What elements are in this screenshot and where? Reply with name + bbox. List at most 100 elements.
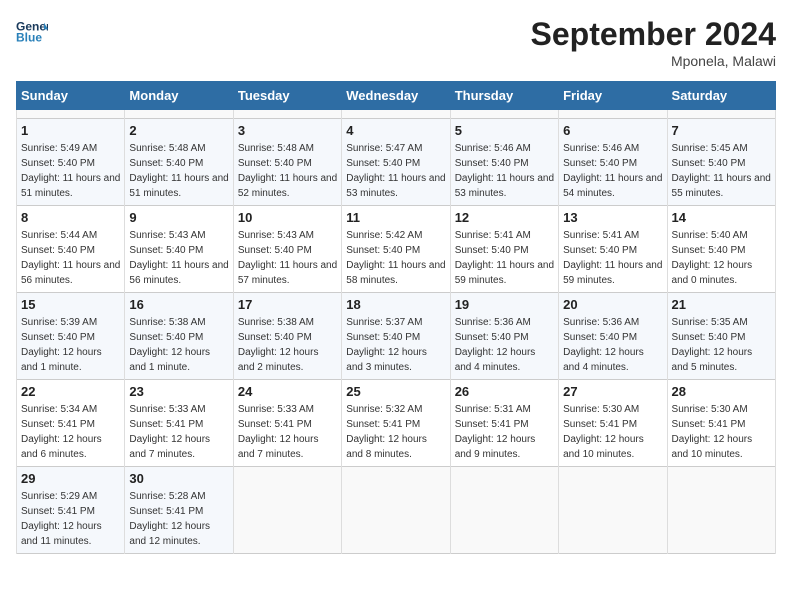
calendar-body: 1 Sunrise: 5:49 AM Sunset: 5:40 PM Daylig… <box>17 110 776 554</box>
logo: General Blue <box>16 16 48 48</box>
day-info: Sunrise: 5:28 AM Sunset: 5:41 PM Dayligh… <box>129 489 228 549</box>
day-info: Sunrise: 5:45 AM Sunset: 5:40 PM Dayligh… <box>672 141 771 201</box>
day-number: 6 <box>563 123 662 138</box>
day-cell: 8 Sunrise: 5:44 AM Sunset: 5:40 PM Daylig… <box>17 206 125 293</box>
day-number: 19 <box>455 297 554 312</box>
day-number: 2 <box>129 123 228 138</box>
day-number: 26 <box>455 384 554 399</box>
day-info: Sunrise: 5:44 AM Sunset: 5:40 PM Dayligh… <box>21 228 120 288</box>
day-info: Sunrise: 5:46 AM Sunset: 5:40 PM Dayligh… <box>563 141 662 201</box>
day-cell: 19 Sunrise: 5:36 AM Sunset: 5:40 PM Dayli… <box>450 293 558 380</box>
day-cell: 6 Sunrise: 5:46 AM Sunset: 5:40 PM Daylig… <box>559 119 667 206</box>
day-cell <box>450 467 558 554</box>
svg-text:Blue: Blue <box>16 30 42 44</box>
column-header-thursday: Thursday <box>450 82 558 110</box>
day-cell: 21 Sunrise: 5:35 AM Sunset: 5:40 PM Dayli… <box>667 293 775 380</box>
day-cell: 22Sunrise: 5:34 AM Sunset: 5:41 PM Dayli… <box>17 380 125 467</box>
day-cell: 3Sunrise: 5:48 AM Sunset: 5:40 PM Daylig… <box>233 119 341 206</box>
day-cell: 1 Sunrise: 5:49 AM Sunset: 5:40 PM Daylig… <box>17 119 125 206</box>
day-number: 18 <box>346 297 445 312</box>
day-info: Sunrise: 5:40 AM Sunset: 5:40 PM Dayligh… <box>672 228 771 288</box>
day-number: 17 <box>238 297 337 312</box>
day-number: 8 <box>21 210 120 225</box>
day-cell: 10 Sunrise: 5:43 AM Sunset: 5:40 PM Dayli… <box>233 206 341 293</box>
day-info: Sunrise: 5:38 AM Sunset: 5:40 PM Dayligh… <box>238 315 337 375</box>
day-cell <box>667 467 775 554</box>
day-info: Sunrise: 5:42 AM Sunset: 5:40 PM Dayligh… <box>346 228 445 288</box>
day-number: 11 <box>346 210 445 225</box>
week-row-3: 15 Sunrise: 5:39 AM Sunset: 5:40 PM Dayli… <box>17 293 776 380</box>
day-number: 4 <box>346 123 445 138</box>
day-cell: 20 Sunrise: 5:36 AM Sunset: 5:40 PM Dayli… <box>559 293 667 380</box>
day-number: 28 <box>672 384 771 399</box>
day-number: 12 <box>455 210 554 225</box>
day-number: 23 <box>129 384 228 399</box>
day-cell: 25Sunrise: 5:32 AM Sunset: 5:41 PM Dayli… <box>342 380 450 467</box>
week-row-2: 8 Sunrise: 5:44 AM Sunset: 5:40 PM Daylig… <box>17 206 776 293</box>
day-cell: 26 Sunrise: 5:31 AM Sunset: 5:41 PM Dayli… <box>450 380 558 467</box>
logo-icon: General Blue <box>16 16 48 48</box>
day-cell <box>233 110 341 119</box>
day-info: Sunrise: 5:39 AM Sunset: 5:40 PM Dayligh… <box>21 315 120 375</box>
day-number: 15 <box>21 297 120 312</box>
day-info: Sunrise: 5:49 AM Sunset: 5:40 PM Dayligh… <box>21 141 120 201</box>
day-cell: 27 Sunrise: 5:30 AM Sunset: 5:41 PM Dayli… <box>559 380 667 467</box>
day-cell <box>559 110 667 119</box>
day-info: Sunrise: 5:29 AM Sunset: 5:41 PM Dayligh… <box>21 489 120 549</box>
day-info: Sunrise: 5:35 AM Sunset: 5:40 PM Dayligh… <box>672 315 771 375</box>
day-cell: 28 Sunrise: 5:30 AM Sunset: 5:41 PM Dayli… <box>667 380 775 467</box>
day-number: 1 <box>21 123 120 138</box>
day-cell: 4Sunrise: 5:47 AM Sunset: 5:40 PM Daylig… <box>342 119 450 206</box>
day-number: 5 <box>455 123 554 138</box>
day-cell: 17 Sunrise: 5:38 AM Sunset: 5:40 PM Dayli… <box>233 293 341 380</box>
day-cell: 29Sunrise: 5:29 AM Sunset: 5:41 PM Dayli… <box>17 467 125 554</box>
day-cell: 11 Sunrise: 5:42 AM Sunset: 5:40 PM Dayli… <box>342 206 450 293</box>
day-info: Sunrise: 5:31 AM Sunset: 5:41 PM Dayligh… <box>455 402 554 462</box>
day-cell: 5 Sunrise: 5:46 AM Sunset: 5:40 PM Daylig… <box>450 119 558 206</box>
day-cell <box>233 467 341 554</box>
month-title: September 2024 <box>531 16 776 53</box>
day-info: Sunrise: 5:36 AM Sunset: 5:40 PM Dayligh… <box>563 315 662 375</box>
day-info: Sunrise: 5:30 AM Sunset: 5:41 PM Dayligh… <box>672 402 771 462</box>
calendar-header-row: SundayMondayTuesdayWednesdayThursdayFrid… <box>17 82 776 110</box>
calendar-table: SundayMondayTuesdayWednesdayThursdayFrid… <box>16 81 776 554</box>
day-info: Sunrise: 5:43 AM Sunset: 5:40 PM Dayligh… <box>129 228 228 288</box>
day-info: Sunrise: 5:36 AM Sunset: 5:40 PM Dayligh… <box>455 315 554 375</box>
day-cell <box>17 110 125 119</box>
column-header-sunday: Sunday <box>17 82 125 110</box>
day-cell <box>667 110 775 119</box>
day-number: 10 <box>238 210 337 225</box>
day-number: 27 <box>563 384 662 399</box>
day-number: 13 <box>563 210 662 225</box>
day-number: 21 <box>672 297 771 312</box>
day-cell: 13Sunrise: 5:41 AM Sunset: 5:40 PM Dayli… <box>559 206 667 293</box>
day-cell <box>559 467 667 554</box>
day-cell: 15 Sunrise: 5:39 AM Sunset: 5:40 PM Dayli… <box>17 293 125 380</box>
week-row-4: 22Sunrise: 5:34 AM Sunset: 5:41 PM Dayli… <box>17 380 776 467</box>
day-cell: 2 Sunrise: 5:48 AM Sunset: 5:40 PM Daylig… <box>125 119 233 206</box>
day-cell: 14Sunrise: 5:40 AM Sunset: 5:40 PM Dayli… <box>667 206 775 293</box>
day-info: Sunrise: 5:48 AM Sunset: 5:40 PM Dayligh… <box>238 141 337 201</box>
column-header-tuesday: Tuesday <box>233 82 341 110</box>
day-cell: 30 Sunrise: 5:28 AM Sunset: 5:41 PM Dayli… <box>125 467 233 554</box>
day-info: Sunrise: 5:30 AM Sunset: 5:41 PM Dayligh… <box>563 402 662 462</box>
day-number: 20 <box>563 297 662 312</box>
location: Mponela, Malawi <box>531 53 776 69</box>
day-number: 24 <box>238 384 337 399</box>
day-cell: 16Sunrise: 5:38 AM Sunset: 5:40 PM Dayli… <box>125 293 233 380</box>
day-cell: 9 Sunrise: 5:43 AM Sunset: 5:40 PM Daylig… <box>125 206 233 293</box>
day-info: Sunrise: 5:48 AM Sunset: 5:40 PM Dayligh… <box>129 141 228 201</box>
week-row-0 <box>17 110 776 119</box>
day-cell <box>125 110 233 119</box>
day-info: Sunrise: 5:33 AM Sunset: 5:41 PM Dayligh… <box>238 402 337 462</box>
title-block: September 2024 Mponela, Malawi <box>531 16 776 69</box>
day-info: Sunrise: 5:43 AM Sunset: 5:40 PM Dayligh… <box>238 228 337 288</box>
day-number: 30 <box>129 471 228 486</box>
day-info: Sunrise: 5:46 AM Sunset: 5:40 PM Dayligh… <box>455 141 554 201</box>
day-cell <box>342 467 450 554</box>
day-cell: 23Sunrise: 5:33 AM Sunset: 5:41 PM Dayli… <box>125 380 233 467</box>
day-info: Sunrise: 5:41 AM Sunset: 5:40 PM Dayligh… <box>455 228 554 288</box>
day-info: Sunrise: 5:37 AM Sunset: 5:40 PM Dayligh… <box>346 315 445 375</box>
day-number: 9 <box>129 210 228 225</box>
day-number: 25 <box>346 384 445 399</box>
